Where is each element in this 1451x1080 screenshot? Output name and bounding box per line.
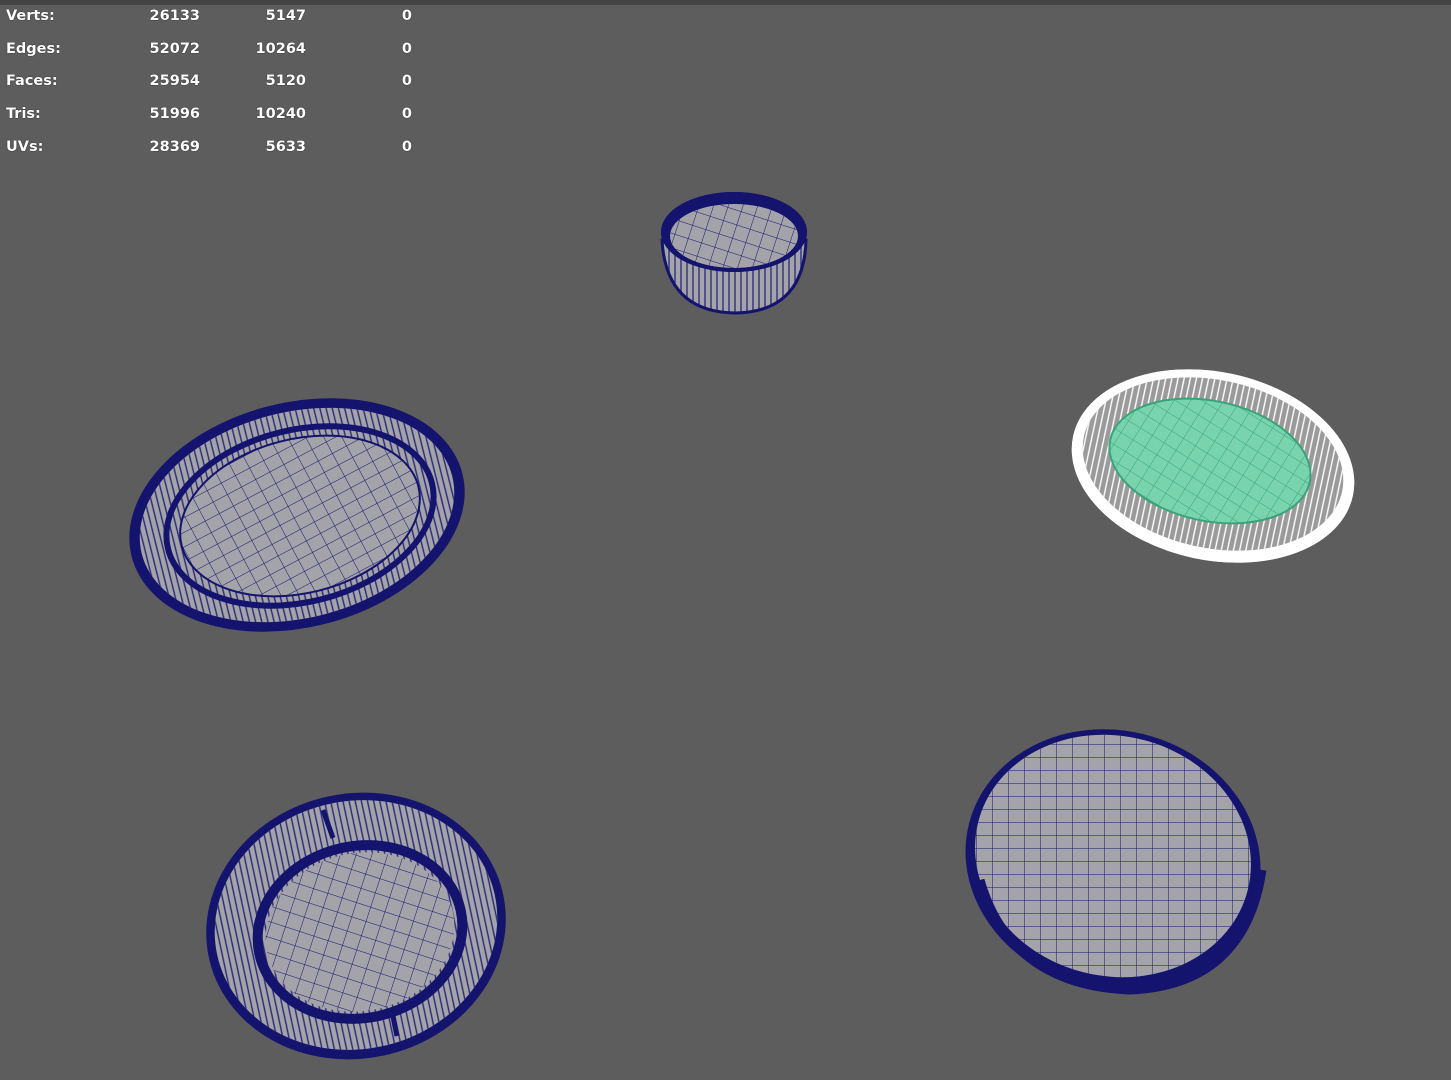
hud-value-scene: 52072: [149, 40, 200, 57]
hud-value-components: 0: [401, 73, 412, 90]
bowl-small-mesh[interactable]: [660, 192, 808, 315]
hud-value-components: 0: [401, 138, 412, 155]
hud-value-selected: 5147: [265, 8, 306, 24]
hud-label: Faces:: [6, 73, 58, 90]
deep-dish-mesh[interactable]: [938, 699, 1288, 1021]
hud-value-components: 0: [401, 40, 412, 57]
hud-row-tris: Tris: 51996 10240 0: [6, 106, 416, 139]
hud-value-selected: 5633: [265, 138, 306, 155]
hud-value-scene: 51996: [149, 106, 200, 123]
hud-label: Tris:: [6, 106, 41, 123]
hud-row-faces: Faces: 25954 5120 0: [6, 73, 416, 106]
hud-value-selected: 5120: [265, 73, 306, 90]
hud-value-scene: 26133: [149, 8, 200, 24]
hud-row-verts: Verts: 26133 5147 0: [6, 8, 416, 41]
hud-label: Verts:: [6, 8, 55, 24]
hud-value-scene: 28369: [149, 138, 200, 155]
hud-row-uvs: UVs: 28369 5633 0: [6, 139, 416, 172]
hud-value-scene: 25954: [149, 73, 200, 90]
saucer-selected-mesh[interactable]: [1054, 344, 1373, 587]
hud-value-selected: 10264: [255, 40, 306, 57]
hud-label: UVs:: [6, 138, 44, 155]
dinner-plate-mesh[interactable]: [182, 766, 530, 1080]
oval-plate-left-mesh[interactable]: [105, 365, 489, 665]
hud-value-selected: 10240: [255, 106, 306, 123]
hud-label: Edges:: [6, 40, 61, 57]
hud-row-edges: Edges: 52072 10264 0: [6, 41, 416, 74]
poly-count-hud: Verts: 26133 5147 0 Edges: 52072 10264 0…: [6, 8, 416, 171]
hud-value-components: 0: [401, 8, 412, 24]
hud-value-components: 0: [401, 106, 412, 123]
